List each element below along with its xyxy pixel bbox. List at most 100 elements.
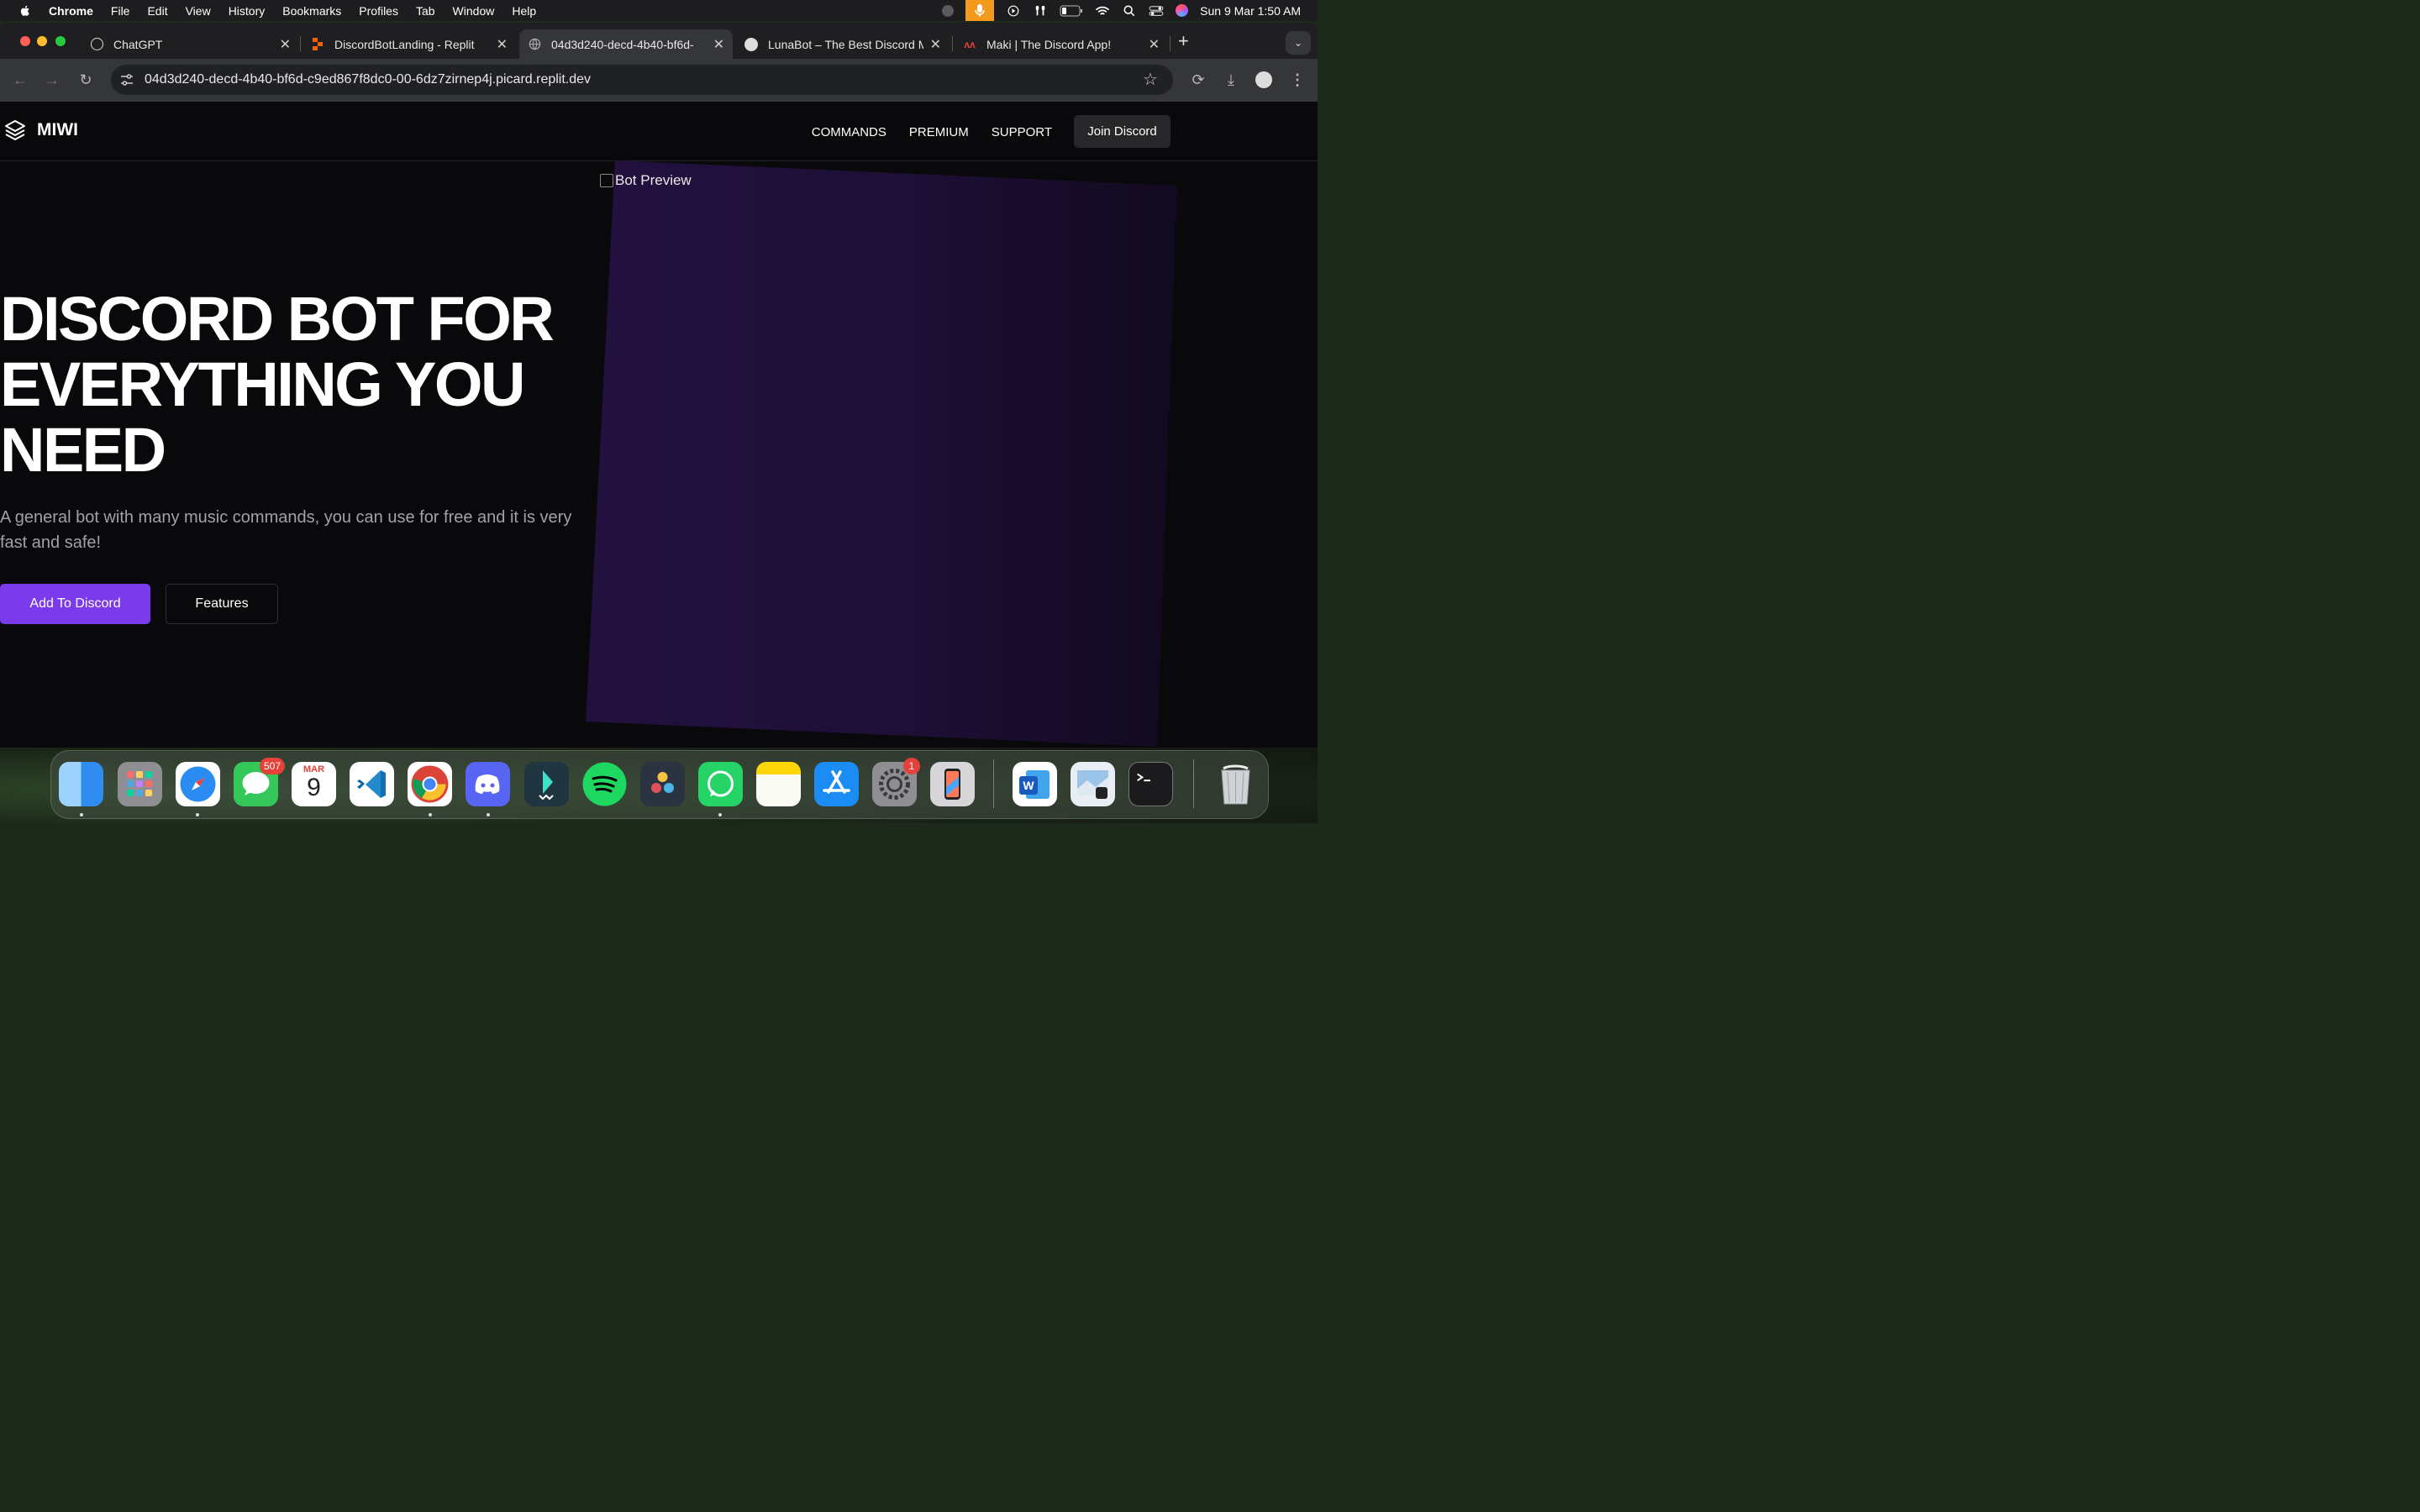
record-indicator-icon[interactable] [942, 4, 955, 17]
browser-window: ChatGPT ✕ DiscordBotLanding - Replit ✕ 0… [0, 23, 1318, 748]
site-navbar: MIWI COMMANDS PREMIUM SUPPORT Join Disco… [0, 102, 1318, 161]
tab-separator [1170, 36, 1171, 51]
running-indicator [196, 813, 199, 816]
finder-icon[interactable] [59, 762, 103, 806]
close-tab-icon[interactable]: ✕ [1149, 36, 1160, 53]
tab-discordbotlanding[interactable]: DiscordBotLanding - Replit ✕ [302, 29, 516, 59]
airpods-icon[interactable] [1033, 5, 1048, 17]
running-indicator [487, 813, 490, 816]
address-bar[interactable]: 04d3d240-decd-4b40-bf6d-c9ed867f8dc0-00-… [111, 65, 1173, 95]
tab-title: 04d3d240-decd-4b40-bf6d- [551, 37, 694, 51]
download-icon[interactable]: ⤓ [1223, 71, 1239, 88]
siri-icon[interactable] [1176, 4, 1189, 17]
back-arrow-icon[interactable]: ← [12, 71, 29, 88]
davinci-resolve-icon[interactable] [640, 762, 685, 806]
launchpad-icon[interactable] [118, 762, 162, 806]
nav-link-premium[interactable]: PREMIUM [909, 125, 969, 139]
running-indicator [429, 813, 432, 816]
tab-maki[interactable]: ʌʌ Maki | The Discord App! ✕ [955, 29, 1168, 59]
menu-bookmarks[interactable]: Bookmarks [282, 4, 341, 18]
nav-link-commands[interactable]: COMMANDS [812, 125, 886, 139]
tab-search-icon[interactable]: ⌄ [1286, 31, 1311, 55]
nav-links: COMMANDS PREMIUM SUPPORT [812, 125, 1052, 139]
features-button[interactable]: Features [166, 584, 278, 624]
bot-preview-image [586, 160, 1177, 747]
dock: 507 MAR 9 1 W [50, 750, 1269, 819]
notes-icon[interactable] [756, 762, 801, 806]
menu-view[interactable]: View [186, 4, 211, 18]
close-tab-icon[interactable]: ✕ [280, 36, 291, 53]
app-store-icon[interactable] [814, 762, 859, 806]
hero-title: DISCORD BOT FOR EVERYTHING YOU NEED [0, 284, 555, 485]
terminal-icon[interactable] [1128, 762, 1173, 806]
calendar-day: 9 [307, 774, 321, 801]
control-center-icon[interactable] [1149, 5, 1164, 17]
discord-icon[interactable] [466, 762, 510, 806]
whatsapp-icon[interactable] [698, 762, 743, 806]
battery-icon[interactable] [1060, 5, 1083, 17]
url-text[interactable]: 04d3d240-decd-4b40-bf6d-c9ed867f8dc0-00-… [145, 72, 591, 87]
trash-icon[interactable] [1213, 762, 1258, 806]
reload-icon[interactable]: ↻ [77, 71, 94, 88]
preview-icon[interactable] [1071, 762, 1115, 806]
menu-profiles[interactable]: Profiles [359, 4, 398, 18]
menu-tab[interactable]: Tab [416, 4, 435, 18]
brand-name: MIWI [37, 120, 78, 139]
join-discord-button[interactable]: Join Discord [1074, 115, 1171, 148]
add-to-discord-button[interactable]: Add To Discord [0, 584, 150, 624]
tab-chatgpt[interactable]: ChatGPT ✕ [82, 29, 299, 59]
apple-icon[interactable] [18, 4, 32, 18]
filmora-icon[interactable] [524, 762, 569, 806]
tab-title: Maki | The Discord App! [986, 37, 1112, 51]
microphone-icon[interactable] [965, 0, 995, 21]
tab-separator [300, 36, 301, 51]
spotify-icon[interactable] [582, 762, 627, 806]
menu-app-name[interactable]: Chrome [49, 4, 93, 18]
minimize-window-button[interactable] [37, 36, 47, 46]
menubar-clock[interactable]: Sun 9 Mar 1:50 AM [1200, 4, 1301, 18]
preview-alt-text: Bot Preview [615, 172, 692, 188]
lunabot-icon [744, 37, 758, 51]
spotlight-search-icon[interactable] [1122, 5, 1137, 17]
maki-icon: ʌʌ [964, 38, 976, 50]
browser-toolbar: ← → ↻ 04d3d240-decd-4b40-bf6d-c9ed867f8d… [0, 59, 1318, 102]
menu-help[interactable]: Help [512, 4, 536, 18]
wifi-icon[interactable] [1095, 5, 1110, 17]
play-circle-icon[interactable] [1006, 5, 1021, 17]
messages-badge: 507 [260, 758, 286, 774]
close-tab-icon[interactable]: ✕ [930, 36, 941, 53]
settings-badge: 1 [903, 758, 920, 774]
tab-lunabot[interactable]: LunaBot – The Best Discord M ✕ [736, 29, 950, 59]
new-tab-icon[interactable]: + [1178, 30, 1189, 52]
close-tab-icon[interactable]: ✕ [713, 36, 724, 53]
nav-link-support[interactable]: SUPPORT [992, 125, 1052, 139]
close-tab-icon[interactable]: ✕ [497, 36, 508, 53]
menu-bar: Chrome File Edit View History Bookmarks … [0, 0, 1318, 21]
iphone-mirroring-icon[interactable] [930, 762, 975, 806]
menu-history[interactable]: History [229, 4, 266, 18]
tab-active-replit-dev[interactable]: 04d3d240-decd-4b40-bf6d- ✕ [519, 29, 733, 59]
running-indicator [718, 813, 722, 816]
vscode-icon[interactable] [350, 762, 394, 806]
maximize-window-button[interactable] [55, 36, 66, 46]
calendar-icon[interactable]: MAR 9 [292, 762, 336, 806]
dock-separator [1193, 759, 1194, 808]
menu-edit[interactable]: Edit [147, 4, 167, 18]
close-window-button[interactable] [20, 36, 30, 46]
menu-file[interactable]: File [111, 4, 130, 18]
tab-title: ChatGPT [113, 37, 163, 51]
forward-arrow-icon[interactable]: → [44, 71, 60, 88]
chrome-icon[interactable] [408, 762, 452, 806]
svg-text:W: W [1023, 779, 1034, 792]
menu-window[interactable]: Window [453, 4, 495, 18]
site-brand[interactable]: MIWI [3, 118, 78, 142]
broken-image-placeholder: Bot Preview [600, 172, 692, 189]
tab-title: DiscordBotLanding - Replit [334, 37, 475, 51]
word-icon[interactable]: W [1013, 762, 1057, 806]
more-menu-icon[interactable]: ⋮ [1289, 71, 1306, 88]
profile-avatar-icon[interactable] [1255, 71, 1272, 88]
safari-icon[interactable] [176, 762, 220, 806]
bookmark-star-icon[interactable]: ☆ [1143, 71, 1160, 88]
site-info-icon[interactable] [119, 72, 134, 87]
extension-leaf-icon[interactable]: ⟳ [1190, 71, 1207, 88]
